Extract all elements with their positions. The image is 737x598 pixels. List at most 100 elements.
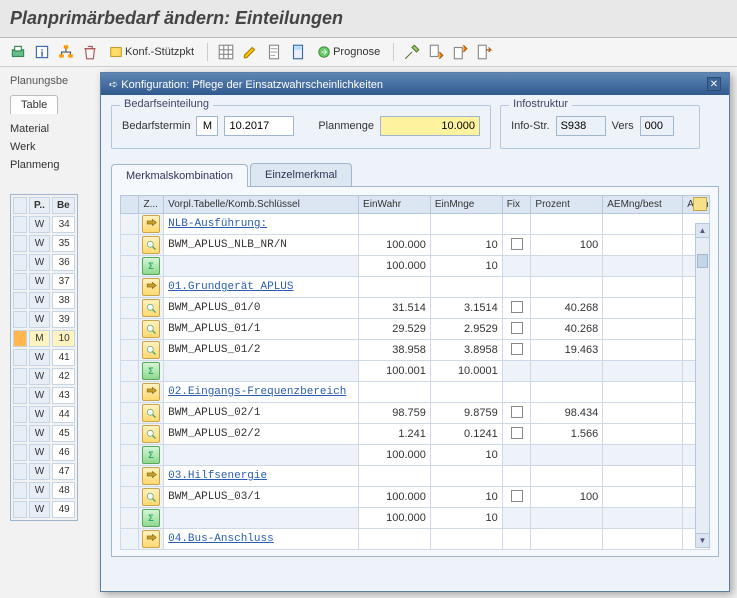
grid-row[interactable]: NLB-Ausführung: <box>121 214 710 235</box>
cell-einmnge[interactable]: 10 <box>430 445 502 466</box>
cell-fix[interactable] <box>502 403 531 424</box>
checkbox[interactable] <box>511 301 523 313</box>
row-icon-cell[interactable] <box>139 382 164 403</box>
mini-row[interactable]: W49 <box>13 501 75 518</box>
grid-row[interactable]: BWM_APLUS_02/21.2410.12411.566 <box>121 424 710 445</box>
cell-einwahr[interactable]: 100.000 <box>359 487 431 508</box>
grid-row[interactable]: BWM_APLUS_01/031.5143.1514 40.268 <box>121 298 710 319</box>
doc-icon[interactable] <box>264 42 284 62</box>
cell-einmnge[interactable]: 10 <box>430 487 502 508</box>
col-z[interactable]: Z... <box>139 196 164 214</box>
row-icon-cell[interactable] <box>139 235 164 256</box>
cell-einwahr[interactable]: 100.000 <box>359 445 431 466</box>
col-key[interactable]: Vorpl.Tabelle/Komb.Schlüssel <box>164 196 359 214</box>
row-key[interactable]: BWM_APLUS_01/1 <box>164 319 359 340</box>
detail-icon[interactable] <box>142 299 160 317</box>
mini-row[interactable]: W41 <box>13 349 75 366</box>
row-icon-cell[interactable] <box>139 277 164 298</box>
cell-einmnge[interactable]: 10.0001 <box>430 361 502 382</box>
grid-row[interactable]: 01.Grundgerät APLUS <box>121 277 710 298</box>
mini-row[interactable]: W43 <box>13 387 75 404</box>
cell-einmnge[interactable]: 3.8958 <box>430 340 502 361</box>
row-key[interactable]: BWM_APLUS_01/0 <box>164 298 359 319</box>
grid-row[interactable]: 03.Hilfsenergie <box>121 466 710 487</box>
row-icon-cell[interactable]: Σ <box>139 256 164 277</box>
grid-row[interactable]: BWM_APLUS_01/129.5292.952940.268 <box>121 319 710 340</box>
checkbox[interactable] <box>511 490 523 502</box>
cell-fix[interactable] <box>502 424 531 445</box>
info-icon[interactable]: i <box>32 42 52 62</box>
cell-fix[interactable] <box>502 319 531 340</box>
cell-einwahr[interactable]: 100.000 <box>359 235 431 256</box>
mini-row[interactable]: W34 <box>13 216 75 233</box>
row-key[interactable]: BWM_APLUS_02/1 <box>164 403 359 424</box>
checkbox[interactable] <box>511 427 523 439</box>
col-einmnge[interactable]: EinMnge <box>430 196 502 214</box>
mini-row[interactable]: W38 <box>13 292 75 309</box>
table-tab[interactable]: Table <box>10 95 58 114</box>
mini-row[interactable]: W46 <box>13 444 75 461</box>
cell-prozent[interactable]: 40.268 <box>531 319 603 340</box>
mini-row[interactable]: W45 <box>13 425 75 442</box>
export-down-icon[interactable] <box>426 42 446 62</box>
mini-row[interactable]: W36 <box>13 254 75 271</box>
cell-einmnge[interactable]: 2.9529 <box>430 319 502 340</box>
cell-einwahr[interactable]: 100.001 <box>359 361 431 382</box>
row-key[interactable]: BWM_APLUS_NLB_NR/N <box>164 235 359 256</box>
mini-row[interactable]: W44 <box>13 406 75 423</box>
cell-prozent[interactable]: 100 <box>531 487 603 508</box>
cell-einwahr[interactable]: 38.958 <box>359 340 431 361</box>
cell-einmnge[interactable]: 10 <box>430 508 502 529</box>
scroll-down-icon[interactable]: ▼ <box>696 533 709 547</box>
cell-prozent[interactable]: 100 <box>531 235 603 256</box>
mini-row[interactable]: W37 <box>13 273 75 290</box>
cell-einmnge[interactable]: 3.1514 <box>430 298 502 319</box>
scroll-up-icon[interactable]: ▲ <box>696 224 709 238</box>
scroll-thumb[interactable] <box>697 254 708 268</box>
mini-row[interactable]: W35 <box>13 235 75 252</box>
col-prozent[interactable]: Prozent <box>531 196 603 214</box>
row-key[interactable]: 04.Bus-Anschluss <box>164 529 359 550</box>
detail-icon[interactable] <box>142 488 160 506</box>
group-arrow-icon[interactable] <box>142 278 160 296</box>
export-icon[interactable] <box>474 42 494 62</box>
print-icon[interactable] <box>8 42 28 62</box>
grid-row[interactable]: BWM_APLUS_NLB_NR/N100.00010 100 <box>121 235 710 256</box>
grid-icon[interactable] <box>216 42 236 62</box>
row-key[interactable]: BWM_APLUS_03/1 <box>164 487 359 508</box>
tool-icon-1[interactable] <box>402 42 422 62</box>
bedarfstermin-value[interactable] <box>224 116 294 136</box>
cell-einmnge[interactable]: 10 <box>430 235 502 256</box>
grid-row[interactable]: BWM_APLUS_01/238.9583.895819.463 <box>121 340 710 361</box>
cell-einwahr[interactable]: 31.514 <box>359 298 431 319</box>
row-key[interactable]: NLB-Ausführung: <box>164 214 359 235</box>
cell-einwahr[interactable]: 100.000 <box>359 256 431 277</box>
column-config-icon[interactable] <box>693 197 707 211</box>
col-einwahr[interactable]: EinWahr <box>359 196 431 214</box>
mini-row[interactable]: W42 <box>13 368 75 385</box>
row-icon-cell[interactable]: Σ <box>139 361 164 382</box>
cell-einmnge[interactable]: 9.8759 <box>430 403 502 424</box>
cell-prozent[interactable]: 1.566 <box>531 424 603 445</box>
grid-row[interactable]: 02.Eingangs-Frequenzbereich <box>121 382 710 403</box>
cell-einmnge[interactable]: 0.1241 <box>430 424 502 445</box>
grid-row[interactable]: Σ 100.00110.0001 <box>121 361 710 382</box>
cell-fix[interactable] <box>502 235 531 256</box>
mini-row[interactable]: M10 <box>13 330 75 347</box>
tab-merkmalskombination[interactable]: Merkmalskombination <box>111 164 248 187</box>
group-arrow-icon[interactable] <box>142 383 160 401</box>
checkbox[interactable] <box>511 238 523 250</box>
grid-row[interactable]: 04.Bus-Anschluss <box>121 529 710 550</box>
detail-icon[interactable] <box>142 341 160 359</box>
row-icon-cell[interactable] <box>139 466 164 487</box>
grid-row[interactable]: Σ100.00010 <box>121 508 710 529</box>
row-icon-cell[interactable] <box>139 529 164 550</box>
cell-einwahr[interactable]: 98.759 <box>359 403 431 424</box>
detail-icon[interactable] <box>142 425 160 443</box>
cell-prozent[interactable]: 40.268 <box>531 298 603 319</box>
export-up-icon[interactable] <box>450 42 470 62</box>
row-icon-cell[interactable] <box>139 403 164 424</box>
prognose-button[interactable]: Prognose <box>312 42 385 62</box>
mini-row[interactable]: W48 <box>13 482 75 499</box>
tab-einzelmerkmal[interactable]: Einzelmerkmal <box>250 163 352 186</box>
